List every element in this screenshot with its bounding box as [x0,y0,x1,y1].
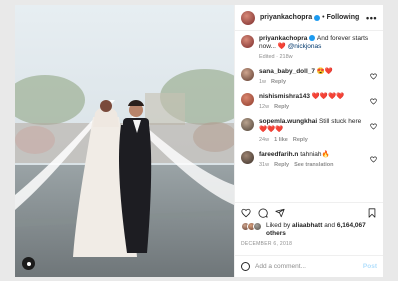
comment-age: 12w [259,104,270,110]
commenter-username[interactable]: sana_baby_doll_7 [259,68,315,75]
more-options-icon[interactable]: ••• [366,13,377,23]
comment-icon[interactable] [258,208,268,218]
like-comment-icon[interactable] [370,73,377,80]
post-comment-button[interactable]: Post [363,263,377,270]
reply-button[interactable]: Reply [274,162,289,168]
reply-button[interactable]: Reply [274,104,289,110]
likes-text: Liked by aliaabhatt and 6,164,067 others [266,222,377,238]
comment-item: sopemla.wungkhai Still stuck here ❤️❤️❤️… [241,118,377,144]
commenter-username[interactable]: nishismishra143 [259,93,310,100]
caption-mention[interactable]: @nickjonas [288,43,322,50]
comment-age: 1w [259,79,267,85]
reply-button[interactable]: Reply [271,79,286,85]
comment-item: sana_baby_doll_7 😍❤️ 1w Reply [241,68,377,86]
caption-edited: Edited · 218w [259,54,293,60]
likes-summary: Liked by aliaabhatt and 6,164,067 others [235,222,383,238]
comments-list: priyankachopra And forever starts now...… [235,31,383,202]
post-actions [235,202,383,222]
like-comment-icon[interactable] [370,123,377,130]
verified-badge-icon [309,35,316,42]
liked-by-label: Liked by [266,222,291,229]
comment-age: 24w [259,137,270,143]
caption-username[interactable]: priyankachopra [259,35,307,42]
liked-by-user[interactable]: aliaabhatt [292,222,322,229]
tagged-users-button[interactable] [22,257,35,270]
comment-input[interactable] [255,263,345,270]
share-icon[interactable] [275,208,285,218]
post-image[interactable] [15,5,234,277]
comment-text: ❤️❤️❤️❤️ [311,93,345,100]
like-comment-icon[interactable] [370,98,377,105]
caption: priyankachopra And forever starts now...… [241,35,377,61]
likes-and: and [324,222,336,229]
comment-item: nishismishra143 ❤️❤️❤️❤️ 12w Reply [241,93,377,111]
likers-avatars [241,222,262,231]
commenter-username[interactable]: sopemla.wungkhai [259,118,317,125]
commenter-avatar[interactable] [241,68,254,81]
see-translation-button[interactable]: See translation [294,162,333,168]
bookmark-icon[interactable] [367,207,377,218]
reply-button[interactable]: Reply [293,137,308,143]
comment-text: tahniah🔥 [300,151,330,158]
emoji-icon[interactable] [241,262,250,271]
post-header: priyankachopra • Following ••• [235,5,383,31]
comment-likes[interactable]: 1 like [274,137,288,143]
author-username[interactable]: priyankachopra [260,14,312,21]
commenter-avatar[interactable] [241,93,254,106]
post-date: DECEMBER 6, 2018 [241,241,293,247]
comment-age: 31w [259,162,270,168]
author-avatar[interactable] [241,10,255,25]
commenter-username[interactable]: fareedfarih.n [259,151,298,158]
following-button[interactable]: Following [327,14,360,21]
add-comment-bar: Post [235,255,383,277]
wedding-photo [15,5,234,277]
comment-text: 😍❤️ [316,68,333,75]
post-sidebar: priyankachopra • Following ••• priyankac… [234,5,383,277]
like-icon[interactable] [241,208,251,218]
header-separator: • [322,14,325,21]
commenter-avatar[interactable] [241,151,254,164]
comment-item: fareedfarih.n tahniah🔥 31w Reply See trans… [241,151,377,169]
commenter-avatar[interactable] [241,118,254,131]
caption-avatar[interactable] [241,35,254,48]
like-comment-icon[interactable] [370,156,377,163]
verified-badge-icon [314,14,321,21]
post-modal: priyankachopra • Following ••• priyankac… [15,5,383,277]
